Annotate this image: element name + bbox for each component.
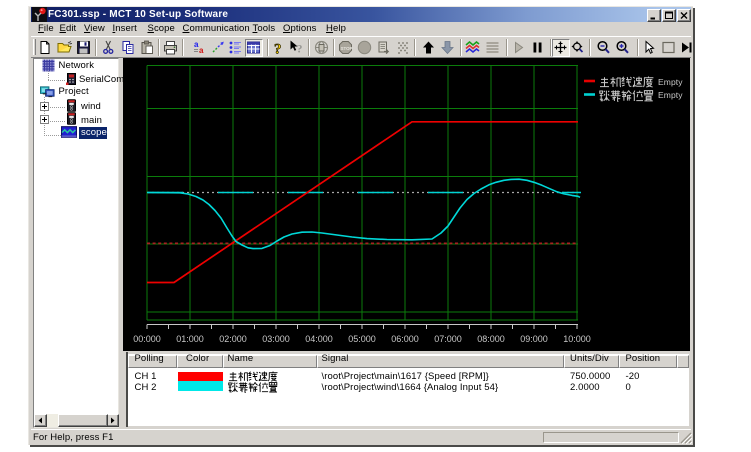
svg-text:?: ? <box>274 42 282 56</box>
svg-text:05:000: 05:000 <box>348 334 376 344</box>
svg-text:02:000: 02:000 <box>219 334 247 344</box>
svg-text:06:000: 06:000 <box>391 334 419 344</box>
svg-text:07:000: 07:000 <box>434 334 462 344</box>
svg-text:?: ? <box>297 42 303 56</box>
svg-text:00:000: 00:000 <box>133 334 161 344</box>
svg-text:08:000: 08:000 <box>477 334 505 344</box>
svg-text:STOP: STOP <box>340 46 352 51</box>
svg-text:01:000: 01:000 <box>176 334 204 344</box>
svg-text:03:000: 03:000 <box>262 334 290 344</box>
svg-text:10:000: 10:000 <box>563 334 591 344</box>
svg-text:04:000: 04:000 <box>305 334 333 344</box>
svg-text:09:000: 09:000 <box>520 334 548 344</box>
svg-text:a: a <box>199 46 204 55</box>
